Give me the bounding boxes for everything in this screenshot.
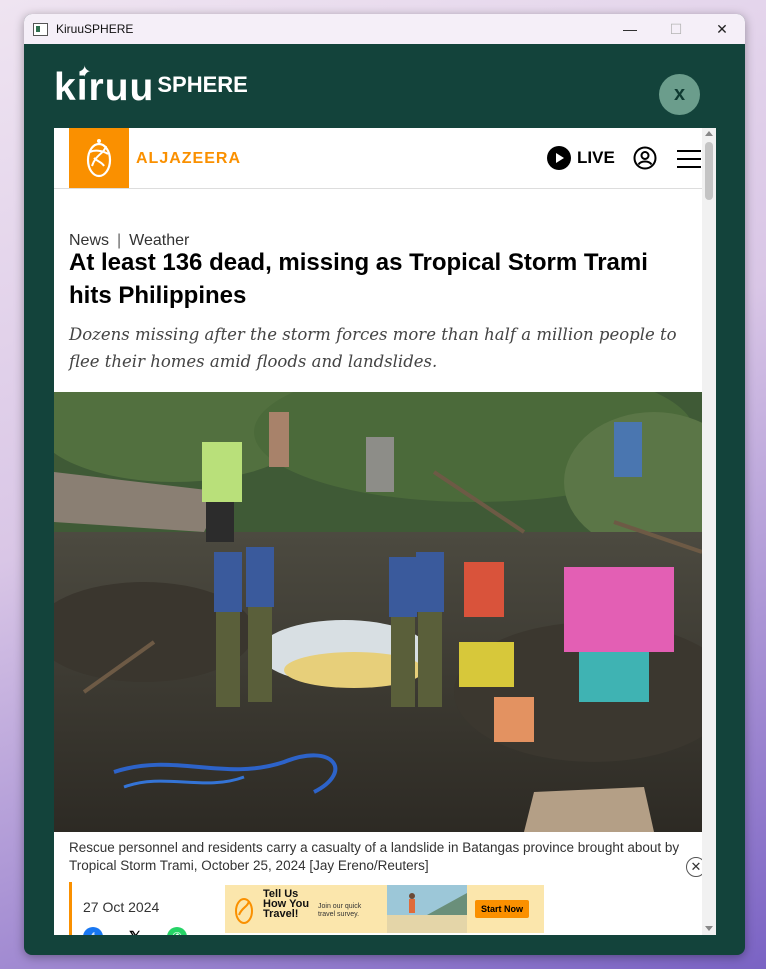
- menu-icon[interactable]: [677, 150, 701, 168]
- ad-title: Tell Us How You Travel!: [263, 889, 309, 920]
- article-photo: [54, 392, 702, 832]
- article-date: 27 Oct 2024: [83, 899, 160, 915]
- site-name[interactable]: ALJAZEERA: [136, 150, 241, 168]
- article-meta: 27 Oct 2024 f 𝕏 ✆: [69, 882, 209, 935]
- article-standfirst: Dozens missing after the storm forces mo…: [69, 325, 677, 371]
- page-scrollbar[interactable]: [702, 128, 716, 935]
- x-icon[interactable]: 𝕏: [125, 927, 145, 935]
- ad-banner[interactable]: Tell Us How You Travel! Join our quick t…: [225, 885, 544, 933]
- app-window: KiruuSPHERE — ☐ ✕ kiruu ✦ SPHERE x ALJAZ…: [24, 14, 745, 955]
- ad-traveller-image: [387, 885, 467, 933]
- scrollbar-thumb[interactable]: [705, 142, 713, 200]
- scroll-down-icon[interactable]: [705, 926, 713, 931]
- live-label: LIVE: [577, 148, 615, 167]
- ad-cta-button[interactable]: Start Now: [475, 900, 530, 918]
- share-buttons: f 𝕏 ✆: [83, 927, 209, 935]
- article-headline: At least 136 dead, missing as Tropical S…: [69, 249, 648, 309]
- live-button[interactable]: LIVE: [547, 146, 615, 170]
- whatsapp-icon[interactable]: ✆: [167, 927, 187, 935]
- kiruusphere-logo: kiruu ✦ SPHERE: [54, 64, 248, 110]
- sparkle-icon: ✦: [78, 64, 92, 81]
- close-overlay-button[interactable]: x: [659, 74, 700, 115]
- aljazeera-logo-icon[interactable]: [69, 128, 129, 188]
- window-title: KiruuSPHERE: [56, 22, 134, 36]
- window-controls: — ☐ ✕: [607, 14, 745, 44]
- user-icon[interactable]: [633, 146, 657, 175]
- site-header: ALJAZEERA LIVE: [54, 128, 702, 189]
- facebook-icon[interactable]: f: [83, 927, 103, 935]
- play-icon: [547, 146, 571, 170]
- ad-aljazeera-icon: [235, 898, 253, 924]
- brand-sup-text: SPHERE: [157, 72, 248, 97]
- minimize-button[interactable]: —: [607, 14, 653, 44]
- window-close-button[interactable]: ✕: [699, 14, 745, 44]
- title-bar: KiruuSPHERE — ☐ ✕: [24, 14, 745, 44]
- scroll-up-icon[interactable]: [705, 131, 713, 136]
- browser-viewport: ALJAZEERA LIVE News | Weather At least 136…: [54, 128, 716, 935]
- ad-title-line-3: Travel!: [263, 908, 299, 920]
- app-icon: [33, 22, 48, 36]
- photo-caption: Rescue personnel and residents carry a c…: [69, 840, 680, 873]
- brand-main-text: kiruu: [54, 66, 155, 109]
- ad-subtitle: Join our quick travel survey.: [318, 903, 362, 918]
- maximize-button[interactable]: ☐: [653, 14, 699, 44]
